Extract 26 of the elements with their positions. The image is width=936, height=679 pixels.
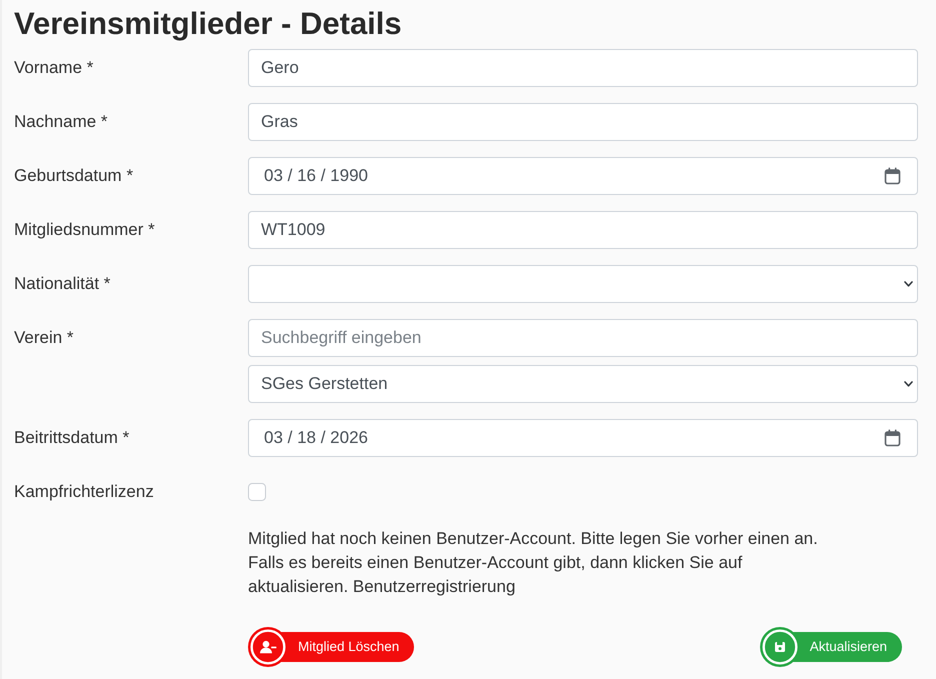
input-field[interactable]: WT1009 bbox=[248, 211, 918, 249]
field-label: Mitgliedsnummer * bbox=[14, 219, 155, 241]
input-field[interactable]: Gras bbox=[248, 103, 918, 141]
calendar-icon bbox=[884, 429, 901, 447]
delete-member-button[interactable]: Mitglied Löschen bbox=[248, 627, 414, 667]
field-label: Beitrittsdatum * bbox=[14, 427, 130, 449]
floppy-disk-icon bbox=[760, 627, 800, 667]
field-label: Nachname * bbox=[14, 111, 108, 133]
user-minus-icon bbox=[248, 627, 288, 667]
field-label: Kampfrichterlizenz bbox=[14, 481, 154, 503]
calendar-icon bbox=[884, 167, 901, 185]
select-field[interactable]: SGes Gerstetten bbox=[248, 365, 918, 403]
chevron-down-icon bbox=[904, 281, 913, 287]
chevron-down-icon bbox=[904, 381, 913, 387]
date-field[interactable]: 03 / 16 / 1990 bbox=[248, 157, 918, 195]
field-label: Verein * bbox=[14, 327, 74, 349]
search-field[interactable]: Suchbegriff eingeben bbox=[248, 319, 918, 357]
select-field[interactable] bbox=[248, 265, 918, 303]
field-label: Geburtsdatum * bbox=[14, 165, 134, 187]
notice-text: Mitglied hat noch keinen Benutzer-Account. Bitte legen Sie vorher einen an. Falls es bereits einen Benutzer-Account gibt, dann klicken Sie auf aktualisieren. Benutzerregistrierung bbox=[248, 528, 818, 598]
input-field[interactable]: Gero bbox=[248, 49, 918, 87]
page-title: Vereinsmitglieder - Details bbox=[14, 5, 402, 43]
field-label: Nationalität * bbox=[14, 273, 110, 295]
date-field[interactable]: 03 / 18 / 2026 bbox=[248, 419, 918, 457]
checkbox[interactable] bbox=[248, 483, 266, 501]
field-label: Vorname * bbox=[14, 57, 94, 79]
